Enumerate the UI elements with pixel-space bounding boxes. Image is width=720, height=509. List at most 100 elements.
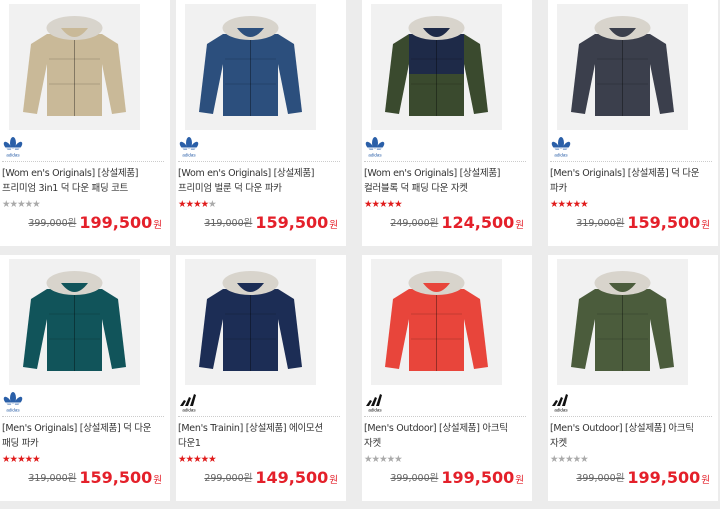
original-price: 249,000원 [390,218,439,229]
star-empty-icon: ★ [572,454,581,465]
product-card[interactable]: adidas [Men's Originals] [상설제품] 덕 다운 패딩 파… [0,255,170,501]
original-price: 319,000원 [576,218,625,229]
sale-price: 159,500 [255,213,329,232]
original-price: 399,000원 [576,473,625,484]
product-title[interactable]: [Men's Originals] [상설제품] 덕 다운 패딩 파카 [2,421,162,451]
star-filled-icon: ★ [9,454,18,465]
adidas-performance-icon: adidas [550,392,572,412]
star-filled-icon: ★ [2,454,10,465]
sale-price: 149,500 [255,468,329,487]
star-filled-icon: ★ [565,199,573,210]
divider [550,416,712,417]
product-card[interactable]: adidas [Men's Outdoor] [상설제품] 아크틱 자켓 ★★★★★… [362,255,532,501]
star-filled-icon: ★ [379,199,387,210]
svg-text:adidas: adidas [368,153,382,158]
star-empty-icon: ★ [24,199,33,210]
product-image[interactable] [371,4,502,130]
adidas-performance-icon: adidas [364,392,386,412]
star-empty-icon: ★ [394,454,402,465]
product-title[interactable]: [Men's Outdoor] [상설제품] 아크틱 자켓 [364,421,524,451]
star-empty-icon: ★ [371,454,380,465]
product-image[interactable] [557,4,688,130]
product-title[interactable]: [Wom en's Originals] [상설제품] 프리미엄 3in1 덕 … [2,166,162,196]
star-empty-icon: ★ [565,454,573,465]
product-image[interactable] [371,259,502,385]
star-empty-icon: ★ [17,199,25,210]
divider [178,161,340,162]
product-title[interactable]: [Men's Outdoor] [상설제품] 아크틱 자켓 [550,421,710,451]
adidas-trefoil-icon: adidas [364,137,386,157]
original-price: 319,000원 [204,218,253,229]
star-filled-icon: ★ [200,199,209,210]
product-card[interactable]: adidas [Men's Originals] [상설제품] 덕 다운 파카 ★★… [548,0,718,246]
product-card[interactable]: adidas [Men's Outdoor] [상설제품] 아크틱 자켓 ★★★★★… [548,255,718,501]
adidas-trefoil-icon: adidas [178,137,200,157]
product-image[interactable] [557,259,688,385]
star-filled-icon: ★ [178,199,186,210]
product-card[interactable]: adidas [Wom en's Originals] [상설제품] 프리미엄 3… [0,0,170,246]
star-filled-icon: ★ [185,199,194,210]
star-filled-icon: ★ [580,199,588,210]
star-empty-icon: ★ [364,454,372,465]
product-title[interactable]: [Wom en's Originals] [상설제품] 프리미엄 벌룬 덕 다운… [178,166,338,196]
currency-label: 원 [701,220,710,231]
divider [364,416,526,417]
divider [178,416,340,417]
adidas-performance-icon: adidas [178,392,200,412]
star-empty-icon: ★ [32,199,40,210]
rating-stars: ★★★★★ [550,454,589,465]
currency-label: 원 [515,220,524,231]
adidas-trefoil-icon: adidas [2,392,24,412]
rating-stars: ★★★★★ [2,454,41,465]
product-image[interactable] [185,259,316,385]
star-empty-icon: ★ [386,454,395,465]
star-filled-icon: ★ [17,454,25,465]
product-image[interactable] [9,259,140,385]
svg-text:adidas: adidas [554,408,568,413]
currency-label: 원 [153,220,162,231]
star-empty-icon: ★ [379,454,387,465]
star-filled-icon: ★ [193,199,201,210]
star-filled-icon: ★ [394,199,402,210]
star-filled-icon: ★ [185,454,194,465]
price-row: 299,000원 149,500원 [204,468,338,487]
price-row: 319,000원 159,500원 [576,213,710,232]
star-filled-icon: ★ [24,454,33,465]
sale-price: 124,500 [441,213,515,232]
product-card[interactable]: adidas [Wom en's Originals] [상설제품] 컬러블록 덕… [362,0,532,246]
svg-text:adidas: adidas [182,153,196,158]
svg-text:adidas: adidas [554,153,568,158]
sale-price: 159,500 [79,468,153,487]
star-filled-icon: ★ [557,199,566,210]
star-empty-icon: ★ [9,199,18,210]
star-filled-icon: ★ [32,454,40,465]
star-filled-icon: ★ [364,199,372,210]
star-empty-icon: ★ [580,454,588,465]
rating-stars: ★★★★★ [550,199,589,210]
product-title[interactable]: [Men's Trainin] [상설제품] 에이모션 다운1 [178,421,338,451]
star-filled-icon: ★ [386,199,395,210]
svg-text:adidas: adidas [182,408,196,413]
product-title[interactable]: [Wom en's Originals] [상설제품] 컬러블록 덕 패딩 다운… [364,166,524,196]
sale-price: 199,500 [441,468,515,487]
price-row: 249,000원 124,500원 [390,213,524,232]
currency-label: 원 [329,220,338,231]
star-empty-icon: ★ [557,454,566,465]
star-filled-icon: ★ [200,454,209,465]
star-filled-icon: ★ [178,454,186,465]
currency-label: 원 [515,475,524,486]
svg-text:adidas: adidas [368,408,382,413]
product-image[interactable] [185,4,316,130]
star-filled-icon: ★ [572,199,581,210]
star-filled-icon: ★ [193,454,201,465]
product-title[interactable]: [Men's Originals] [상설제품] 덕 다운 파카 [550,166,710,196]
original-price: 399,000원 [390,473,439,484]
product-card[interactable]: adidas [Wom en's Originals] [상설제품] 프리미엄 벌… [176,0,346,246]
sale-price: 159,500 [627,213,701,232]
currency-label: 원 [701,475,710,486]
product-card[interactable]: adidas [Men's Trainin] [상설제품] 에이모션 다운1 ★★★… [176,255,346,501]
product-image[interactable] [9,4,140,130]
sale-price: 199,500 [627,468,701,487]
rating-stars: ★★★★★ [364,199,403,210]
star-filled-icon: ★ [371,199,380,210]
